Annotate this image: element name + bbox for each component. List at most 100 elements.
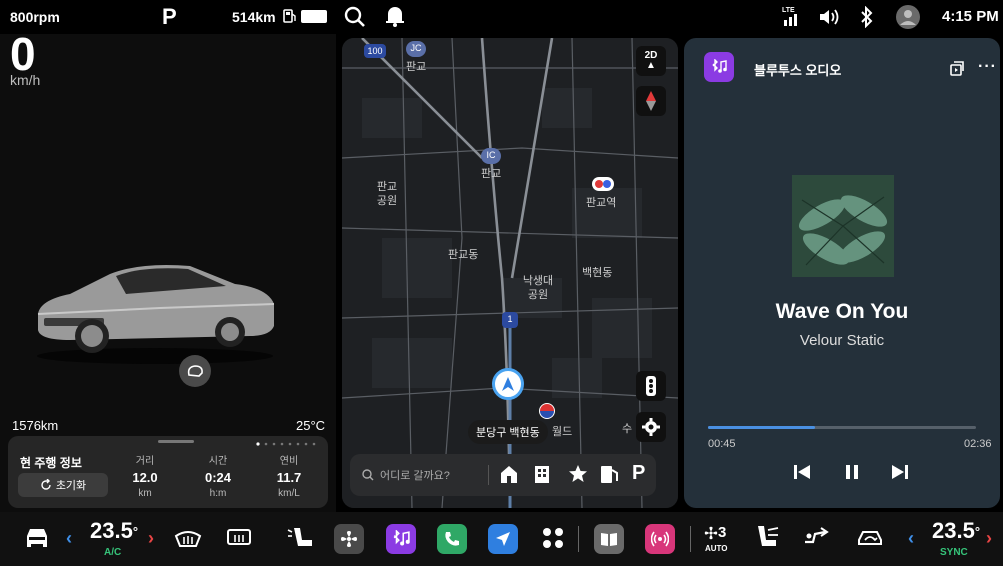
trip-efficiency: 연비 11.7 km/L (259, 452, 319, 499)
gear-icon (642, 418, 660, 436)
compass-button[interactable] (636, 86, 666, 116)
driver-temp-up-button[interactable]: › (148, 528, 154, 549)
map-label-baekhyeon-dong: 백현동 (582, 267, 613, 279)
bell-icon[interactable] (385, 5, 405, 27)
volume-icon[interactable] (818, 7, 842, 27)
fan-speed-control[interactable]: 3 (704, 524, 726, 541)
trip-time-value: 0:24 (204, 470, 232, 485)
vehicle-home-icon[interactable] (24, 526, 50, 548)
total-time: 02:36 (964, 438, 992, 450)
previous-track-button[interactable] (792, 462, 812, 482)
trip-time-label: 시간 (208, 456, 228, 467)
view-mode-button[interactable]: 2D ▲ (636, 46, 666, 76)
destination-search-input[interactable]: 어디로 갈까요? (362, 467, 450, 483)
junction-shield: JC (406, 41, 426, 57)
driver-temperature-value: 23.5 (90, 518, 133, 543)
trip-distance-value: 12.0 (132, 470, 158, 485)
outside-temperature: 25°C (296, 418, 326, 433)
map-settings-button[interactable] (636, 412, 666, 442)
traffic-light-icon (646, 376, 656, 396)
all-menus-icon[interactable] (541, 526, 565, 550)
album-art (792, 175, 894, 277)
fan-speed-value: 3 (718, 524, 727, 541)
parking-icon[interactable]: P (632, 462, 645, 485)
user-icon[interactable] (896, 5, 920, 29)
passenger-temp-down-button[interactable]: ‹ (908, 528, 914, 549)
bluetooth-audio-icon[interactable] (704, 52, 734, 82)
more-options-icon[interactable]: ··· (978, 58, 997, 76)
radio-app-button[interactable] (645, 524, 675, 554)
airflow-mode-icon[interactable] (752, 524, 782, 550)
map-label-su: 수 (622, 423, 633, 435)
bluetooth-icon[interactable] (860, 6, 874, 28)
gear-indicator: P (162, 4, 177, 29)
trip-info-card[interactable]: 현 주행 정보 초기화 거리 12.0 km 시간 0:24 h:m 연비 11… (8, 436, 328, 508)
manual-app-button[interactable] (594, 524, 624, 554)
fan-mode-label: AUTO (705, 544, 728, 553)
compass-icon (646, 91, 656, 111)
elapsed-time: 00:45 (708, 438, 736, 450)
search-icon[interactable] (344, 6, 366, 28)
lte-signal-icon: LTE (782, 7, 797, 26)
trip-distance-label: 거리 (135, 456, 155, 467)
air-recirculation-icon[interactable] (855, 526, 885, 548)
home-icon[interactable] (500, 464, 518, 484)
drag-handle[interactable] (158, 440, 194, 443)
rpm-readout: 800rpm (10, 9, 60, 25)
passenger-temperature[interactable]: 23.5 ° (932, 518, 980, 544)
air-conditioning-icon[interactable] (803, 526, 831, 548)
rear-defrost-icon[interactable] (226, 527, 252, 547)
ac-label[interactable]: A/C (104, 547, 121, 558)
fan-speed-icon (704, 526, 718, 539)
pause-button[interactable] (842, 462, 862, 482)
trip-efficiency-label: 연비 (279, 456, 299, 467)
search-icon (362, 469, 374, 481)
traffic-light-button[interactable] (636, 371, 666, 401)
office-icon[interactable] (534, 464, 550, 484)
subway-station-icon[interactable] (592, 177, 614, 191)
landmark-poi-icon[interactable] (538, 402, 556, 420)
next-track-button[interactable] (890, 462, 910, 482)
star-icon[interactable] (568, 464, 588, 484)
artist-name: Velour Static (799, 332, 885, 349)
highway-shield-1: 1 (502, 312, 518, 328)
map-label-naksaengdae-park: 낙생대 공원 (522, 275, 554, 301)
battery-icon (301, 10, 327, 23)
driver-temperature-degree: ° (132, 523, 139, 539)
sync-label[interactable]: SYNC (940, 547, 968, 558)
car-camera-button[interactable] (179, 355, 211, 387)
clock: 4:15 PM (942, 8, 999, 25)
car-image (37, 265, 275, 364)
trip-reset-button[interactable]: 초기화 (18, 473, 108, 497)
playback-progress-fill (708, 426, 816, 429)
playback-progress-bar[interactable] (708, 426, 976, 429)
page-indicator (256, 442, 316, 446)
phone-app-button[interactable] (437, 524, 467, 554)
fuel-station-icon[interactable] (600, 464, 620, 484)
passenger-temp-up-button[interactable]: › (986, 528, 992, 549)
seat-ventilation-icon[interactable] (286, 524, 316, 550)
book-icon (601, 533, 617, 546)
trip-efficiency-unit: km/L (278, 488, 300, 499)
range-readout: 514km (232, 9, 276, 25)
map-label-pangyo-station: 판교역 (586, 197, 617, 209)
trip-reset-label: 초기화 (55, 480, 87, 492)
navigation-app-button[interactable] (488, 524, 518, 554)
dock-divider (690, 526, 691, 552)
climate-app-button[interactable] (334, 524, 364, 554)
driver-temperature[interactable]: 23.5 ° (90, 518, 138, 544)
climate-dock-bar: ‹ 23.5 ° A/C › 3 AUTO ‹ 23.5 ° SYNC › (0, 512, 1003, 566)
trip-time-unit: h:m (209, 488, 227, 499)
speed-unit: km/h (10, 72, 41, 88)
north-arrow-icon: ▲ (646, 60, 656, 71)
driver-temp-down-button[interactable]: ‹ (66, 528, 72, 549)
map-label-pangyo-1: 판교 (406, 61, 427, 73)
status-bar: 800rpm P 514km LTE 4:15 PM (0, 0, 1003, 34)
queue-icon[interactable] (949, 61, 965, 77)
radio-icon (651, 531, 669, 547)
fan-icon (341, 531, 357, 547)
map-label-pangyo-dong: 판교동 (448, 249, 479, 261)
navigation-map[interactable]: 판교 판교 판교 공원 판교역 판교동 낙생대 공원 백현동 월드 수 100 … (342, 38, 678, 508)
bluetooth-audio-app-button[interactable] (386, 524, 416, 554)
front-defrost-icon[interactable] (174, 528, 202, 548)
